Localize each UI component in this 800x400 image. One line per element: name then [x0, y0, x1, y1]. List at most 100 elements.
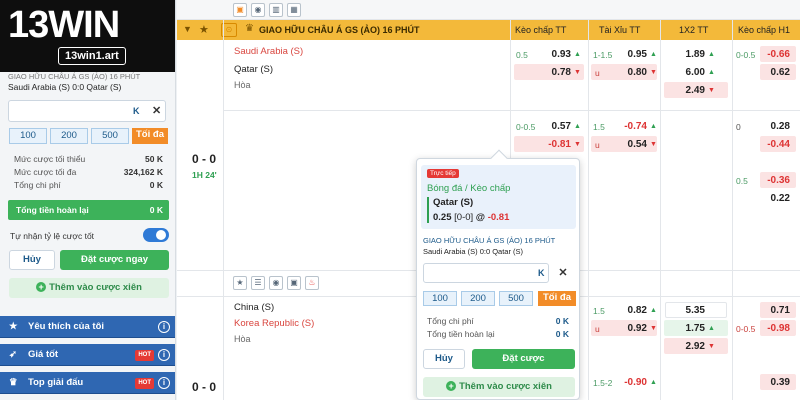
plus-circle-icon: +: [446, 381, 457, 391]
down-arrow-icon: ▼: [708, 87, 715, 94]
sidebar-label-favorites: Yêu thích của tôi: [28, 321, 105, 332]
popup-stake-input[interactable]: K: [423, 263, 549, 283]
table-icon[interactable]: ▦: [287, 3, 301, 17]
refund-label: Tổng tiền hoàn lại: [16, 205, 89, 215]
rocket-icon: ➶: [9, 349, 17, 360]
collapse-chevron-icon[interactable]: ▼: [183, 24, 192, 34]
draw-label: Hòa: [234, 334, 251, 344]
clear-stake-icon[interactable]: ✕: [553, 263, 573, 283]
clear-stake-icon[interactable]: ✕: [152, 104, 161, 117]
up-arrow-icon: ▲: [574, 123, 581, 130]
quick-amount-500[interactable]: 500: [499, 291, 533, 306]
col-handicap: Kèo chấp TT: [515, 25, 567, 35]
live-tv-icon[interactable]: ▣: [233, 3, 247, 17]
odds-cell[interactable]: -0.81: [537, 139, 571, 150]
logo-text: 13WIN: [8, 4, 120, 46]
odds-cell[interactable]: 0.95: [613, 49, 647, 60]
eye-icon[interactable]: ◉: [251, 3, 265, 17]
slip-stake-input[interactable]: K: [8, 100, 166, 122]
quick-amount-200[interactable]: 200: [461, 291, 495, 306]
home-team: China (S): [234, 302, 275, 313]
away-team: Qatar (S): [234, 64, 274, 75]
odds-cell[interactable]: 0.80: [613, 67, 647, 78]
sidebar-item-best-price[interactable]: ➶ Giá tốt HOT i: [0, 344, 175, 366]
odds-cell[interactable]: 0.82: [613, 305, 647, 316]
odds-cell[interactable]: 1.89: [667, 49, 705, 60]
up-arrow-icon: ▲: [650, 307, 657, 314]
down-arrow-icon: ▼: [650, 69, 657, 76]
home-team: Saudi Arabia (S): [234, 46, 304, 57]
hot-badge: HOT: [135, 350, 154, 361]
live-tv-icon[interactable]: ▣: [287, 276, 301, 290]
popup-add-parlay-button[interactable]: + Thêm vào cược xiên: [423, 377, 575, 397]
auto-accept-toggle[interactable]: [143, 228, 169, 242]
quick-amount-100[interactable]: 100: [9, 128, 47, 144]
down-arrow-icon: ▼: [650, 141, 657, 148]
odds-cell[interactable]: 2.49: [667, 85, 705, 96]
max-amount-button[interactable]: Tối đa: [132, 128, 168, 144]
odds-cell[interactable]: 2.92: [667, 341, 705, 352]
odds-cell[interactable]: 0.28: [760, 121, 790, 132]
odds-cell[interactable]: -0.74: [613, 121, 647, 132]
col-divider: [223, 20, 224, 400]
auto-accept-label: Tự nhận tỷ lệ cược tốt: [10, 231, 95, 241]
odds-cell[interactable]: 0.93: [537, 49, 571, 60]
favorite-star-icon[interactable]: ★: [199, 23, 209, 36]
sidebar-item-favorites[interactable]: ★ Yêu thích của tôi i: [0, 316, 175, 338]
brand-logo[interactable]: 13WIN 13win1.art: [0, 0, 175, 72]
eye-icon[interactable]: ◉: [269, 276, 283, 290]
col-divider: [588, 20, 589, 400]
quick-amount-500[interactable]: 500: [91, 128, 129, 144]
max-amount-button[interactable]: Tối đa: [538, 291, 576, 306]
hot-badge: HOT: [135, 378, 154, 389]
selection-odd: -0.81: [487, 212, 510, 223]
odds-cell[interactable]: -0.90: [613, 377, 647, 388]
fire-icon[interactable]: ♨: [305, 276, 319, 290]
odds-cell[interactable]: 0.39: [760, 377, 790, 388]
popup-cancel-button[interactable]: Hủy: [423, 349, 465, 369]
away-team: Korea Republic (S): [234, 318, 315, 329]
up-arrow-icon: ▲: [650, 379, 657, 386]
database-icon[interactable]: ☰: [251, 276, 265, 290]
odds-cell[interactable]: 0.71: [760, 305, 790, 316]
odds-cell[interactable]: 0.22: [760, 193, 790, 204]
trophy-icon: ♛: [9, 377, 18, 388]
refund-value: 0 K: [555, 329, 569, 339]
league-header[interactable]: ▼ ★ ⊙ ♛ GIAO HỮU CHÂU Á GS (ẢO) 16 PHÚT …: [177, 20, 800, 40]
odds-cell[interactable]: 0.92: [613, 323, 647, 334]
stats-icon[interactable]: ▥: [269, 3, 283, 17]
odds-cell[interactable]: 0.57: [537, 121, 571, 132]
odds-cell[interactable]: 1.75: [667, 323, 705, 334]
refund-value: 0 K: [149, 205, 163, 215]
down-arrow-icon: ▼: [708, 343, 715, 350]
up-arrow-icon: ▲: [650, 123, 657, 130]
odds-cell[interactable]: 0.54: [613, 139, 647, 150]
col-divider: [660, 20, 661, 400]
slip-cancel-button[interactable]: Hủy: [9, 250, 55, 270]
match-score: 0 - 0: [192, 380, 217, 394]
add-parlay-button[interactable]: + Thêm vào cược xiên: [9, 278, 169, 298]
odds-cell[interactable]: -0.36: [760, 175, 790, 186]
place-bet-now-button[interactable]: Đặt cược ngay: [60, 250, 169, 270]
quick-amount-200[interactable]: 200: [50, 128, 88, 144]
odds-line: 1-1.5: [593, 50, 613, 60]
odds-cell[interactable]: -0.98: [760, 323, 790, 334]
odds-cell[interactable]: 0.78: [537, 67, 571, 78]
slip-league: GIAO HỮU CHÂU Á GS (ẢO) 16 PHÚT: [8, 72, 141, 81]
place-bet-button[interactable]: Đặt cược: [472, 349, 575, 369]
odds-cell[interactable]: 5.35: [667, 305, 705, 316]
odds-cell[interactable]: 6.00: [667, 67, 705, 78]
sidebar-item-top-leagues[interactable]: ♛ Top giải đấu HOT i: [0, 372, 175, 394]
total-cost-value: 0 K: [149, 180, 163, 190]
quick-amount-100[interactable]: 100: [423, 291, 457, 306]
min-bet-label: Mức cược tối thiểu: [14, 154, 86, 164]
odds-cell[interactable]: -0.44: [760, 139, 790, 150]
down-arrow-icon: ▼: [574, 141, 581, 148]
odds-line: 0-0.5: [736, 50, 756, 60]
col-divider: [732, 20, 733, 400]
star-outline-icon[interactable]: ★: [233, 276, 247, 290]
odds-line: u: [595, 68, 600, 78]
selection-bar: [427, 197, 429, 223]
odds-cell[interactable]: 0.62: [760, 67, 790, 78]
odds-cell[interactable]: -0.66: [760, 49, 790, 60]
